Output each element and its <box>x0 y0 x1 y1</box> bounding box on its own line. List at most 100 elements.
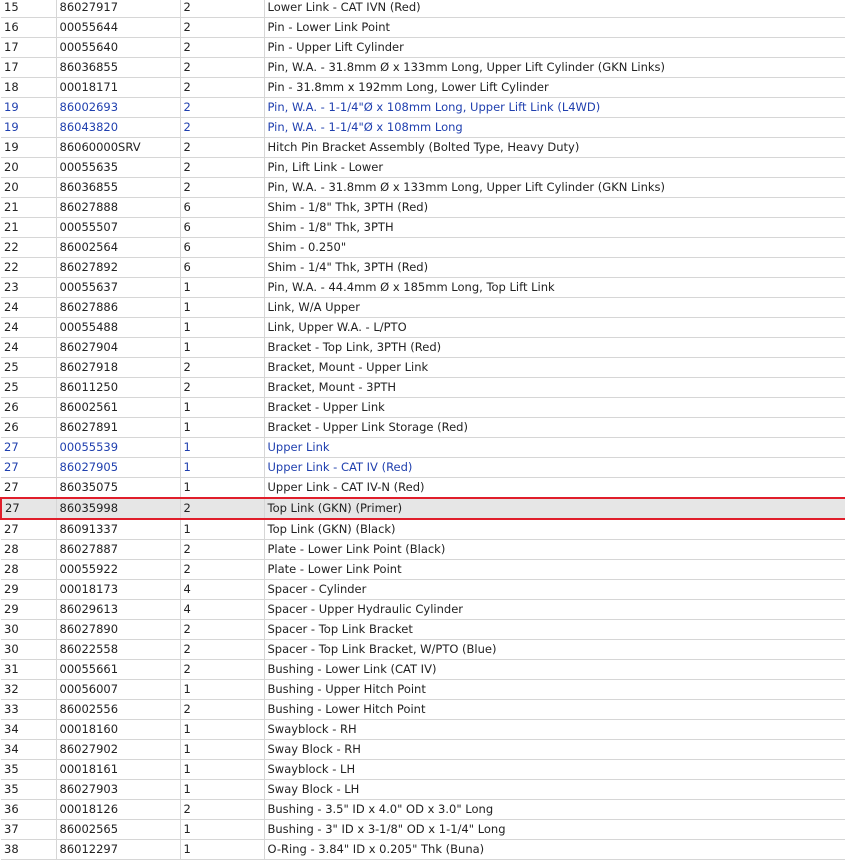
table-row[interactable]: 27 86035075 1 Upper Link - CAT IV-N (Red) <box>1 477 845 499</box>
quantity-cell[interactable]: 1 <box>180 457 265 478</box>
part-number-cell: 00055637 <box>56 277 181 298</box>
quantity-cell: 2 <box>180 77 265 98</box>
table-row[interactable]: 26 86002561 1 Bracket - Upper Link <box>1 397 845 418</box>
description-cell: Shim - 0.250" <box>264 237 845 258</box>
table-row[interactable]: 29 00018173 4 Spacer - Cylinder <box>1 579 845 600</box>
part-number-cell: 86012297 <box>56 839 181 860</box>
part-number-cell: 86035998 <box>56 497 181 520</box>
table-row[interactable]: 16 00055644 2 Pin - Lower Link Point <box>1 17 845 38</box>
ref-number-cell[interactable]: 19 <box>1 97 57 118</box>
table-row[interactable]: 24 00055488 1 Link, Upper W.A. - L/PTO <box>1 317 845 338</box>
table-row[interactable]: 38 86012297 1 O-Ring - 3.84" ID x 0.205" Th… <box>1 839 845 860</box>
description-cell[interactable]: Pin, W.A. - 1-1/4"Ø x 108mm Long <box>264 117 845 138</box>
ref-number-cell: 17 <box>1 57 57 78</box>
quantity-cell: 2 <box>180 539 265 560</box>
description-cell: Shim - 1/8" Thk, 3PTH <box>264 217 845 238</box>
description-cell: Pin, W.A. - 31.8mm Ø x 133mm Long, Upper… <box>264 57 845 78</box>
table-row[interactable]: 34 00018160 1 Swayblock - RH <box>1 719 845 740</box>
table-row[interactable]: 21 00055507 6 Shim - 1/8" Thk, 3PTH <box>1 217 845 238</box>
table-row-selected[interactable]: 27 86035998 2 Top Link (GKN) (Primer) <box>0 497 845 520</box>
part-number-cell: 86027917 <box>56 0 181 18</box>
table-row[interactable]: 17 86036855 2 Pin, W.A. - 31.8mm Ø x 133mm … <box>1 57 845 78</box>
table-row[interactable]: 22 86002564 6 Shim - 0.250" <box>1 237 845 258</box>
table-row[interactable]: 26 86027891 1 Bracket - Upper Link Storage … <box>1 417 845 438</box>
table-row[interactable]: 21 86027888 6 Shim - 1/8" Thk, 3PTH (Red) <box>1 197 845 218</box>
ref-number-cell: 28 <box>1 559 57 580</box>
table-row[interactable]: 24 86027904 1 Bracket - Top Link, 3PTH (Red… <box>1 337 845 358</box>
table-row[interactable]: 20 00055635 2 Pin, Lift Link - Lower <box>1 157 845 178</box>
description-cell[interactable]: Upper Link - CAT IV (Red) <box>264 457 845 478</box>
part-number-cell: 00055922 <box>56 559 181 580</box>
table-row[interactable]: 35 00018161 1 Swayblock - LH <box>1 759 845 780</box>
part-number-cell: 86027890 <box>56 619 181 640</box>
part-number-cell: 86011250 <box>56 377 181 398</box>
table-row[interactable]: 19 86002693 2 Pin, W.A. - 1-1/4"Ø x 108mm L… <box>1 97 845 118</box>
table-row[interactable]: 18 00018171 2 Pin - 31.8mm x 192mm Long, Lo… <box>1 77 845 98</box>
part-number-cell: 86002556 <box>56 699 181 720</box>
quantity-cell: 1 <box>180 779 265 800</box>
ref-number-cell[interactable]: 27 <box>1 457 57 478</box>
ref-number-cell: 30 <box>1 619 57 640</box>
part-number-cell: 86027918 <box>56 357 181 378</box>
part-number-cell: 00055644 <box>56 17 181 38</box>
quantity-cell: 2 <box>180 377 265 398</box>
table-row[interactable]: 27 86091337 1 Top Link (GKN) (Black) <box>1 519 845 540</box>
part-number-cell: 00055635 <box>56 157 181 178</box>
ref-number-cell[interactable]: 19 <box>1 117 57 138</box>
part-number-cell: 00055488 <box>56 317 181 338</box>
table-row[interactable]: 24 86027886 1 Link, W/A Upper <box>1 297 845 318</box>
table-row[interactable]: 17 00055640 2 Pin - Upper Lift Cylinder <box>1 37 845 58</box>
ref-number-cell: 26 <box>1 397 57 418</box>
table-row[interactable]: 30 86027890 2 Spacer - Top Link Bracket <box>1 619 845 640</box>
table-row[interactable]: 31 00055661 2 Bushing - Lower Link (CAT IV) <box>1 659 845 680</box>
table-row[interactable]: 22 86027892 6 Shim - 1/4" Thk, 3PTH (Red) <box>1 257 845 278</box>
table-row[interactable]: 19 86043820 2 Pin, W.A. - 1-1/4"Ø x 108mm L… <box>1 117 845 138</box>
description-cell[interactable]: Upper Link <box>264 437 845 458</box>
description-cell[interactable]: Pin, W.A. - 1-1/4"Ø x 108mm Long, Upper … <box>264 97 845 118</box>
quantity-cell[interactable]: 2 <box>180 97 265 118</box>
part-number-cell[interactable]: 00055539 <box>56 437 181 458</box>
table-row[interactable]: 20 86036855 2 Pin, W.A. - 31.8mm Ø x 133mm … <box>1 177 845 198</box>
ref-number-cell: 20 <box>1 177 57 198</box>
part-number-cell: 86027904 <box>56 337 181 358</box>
ref-number-cell: 29 <box>1 579 57 600</box>
table-row[interactable]: 19 86060000SRV 2 Hitch Pin Bracket Assembly… <box>1 137 845 158</box>
ref-number-cell: 24 <box>1 317 57 338</box>
description-cell: Pin, W.A. - 31.8mm Ø x 133mm Long, Upper… <box>264 177 845 198</box>
quantity-cell[interactable]: 2 <box>180 117 265 138</box>
table-row[interactable]: 37 86002565 1 Bushing - 3" ID x 3-1/8" OD x… <box>1 819 845 840</box>
description-cell: Link, Upper W.A. - L/PTO <box>264 317 845 338</box>
part-number-cell[interactable]: 86043820 <box>56 117 181 138</box>
table-row[interactable]: 30 86022558 2 Spacer - Top Link Bracket, W/… <box>1 639 845 660</box>
table-row[interactable]: 15 86027917 2 Lower Link - CAT IVN (Red) <box>1 0 845 18</box>
part-number-cell[interactable]: 86002693 <box>56 97 181 118</box>
table-row[interactable]: 36 00018126 2 Bushing - 3.5" ID x 4.0" OD x… <box>1 799 845 820</box>
ref-number-cell: 18 <box>1 77 57 98</box>
ref-number-cell: 15 <box>1 0 57 18</box>
table-row[interactable]: 27 00055539 1 Upper Link <box>1 437 845 458</box>
part-number-cell: 00018161 <box>56 759 181 780</box>
table-row[interactable]: 27 86027905 1 Upper Link - CAT IV (Red) <box>1 457 845 478</box>
table-row[interactable]: 29 86029613 4 Spacer - Upper Hydraulic Cyli… <box>1 599 845 620</box>
ref-number-cell: 33 <box>1 699 57 720</box>
ref-number-cell: 38 <box>1 839 57 860</box>
ref-number-cell[interactable]: 27 <box>1 437 57 458</box>
ref-number-cell: 35 <box>1 779 57 800</box>
part-number-cell: 86002564 <box>56 237 181 258</box>
table-row[interactable]: 28 86027887 2 Plate - Lower Link Point (Bla… <box>1 539 845 560</box>
table-row[interactable]: 25 86011250 2 Bracket, Mount - 3PTH <box>1 377 845 398</box>
table-row[interactable]: 33 86002556 2 Bushing - Lower Hitch Point <box>1 699 845 720</box>
ref-number-cell: 19 <box>1 137 57 158</box>
table-row[interactable]: 32 00056007 1 Bushing - Upper Hitch Point <box>1 679 845 700</box>
table-row[interactable]: 35 86027903 1 Sway Block - LH <box>1 779 845 800</box>
quantity-cell[interactable]: 1 <box>180 437 265 458</box>
table-row[interactable]: 25 86027918 2 Bracket, Mount - Upper Link <box>1 357 845 378</box>
quantity-cell: 2 <box>180 37 265 58</box>
table-row[interactable]: 23 00055637 1 Pin, W.A. - 44.4mm Ø x 185mm … <box>1 277 845 298</box>
quantity-cell: 1 <box>180 277 265 298</box>
table-row[interactable]: 28 00055922 2 Plate - Lower Link Point <box>1 559 845 580</box>
table-row[interactable]: 34 86027902 1 Sway Block - RH <box>1 739 845 760</box>
quantity-cell: 2 <box>180 619 265 640</box>
part-number-cell[interactable]: 86027905 <box>56 457 181 478</box>
ref-number-cell: 37 <box>1 819 57 840</box>
